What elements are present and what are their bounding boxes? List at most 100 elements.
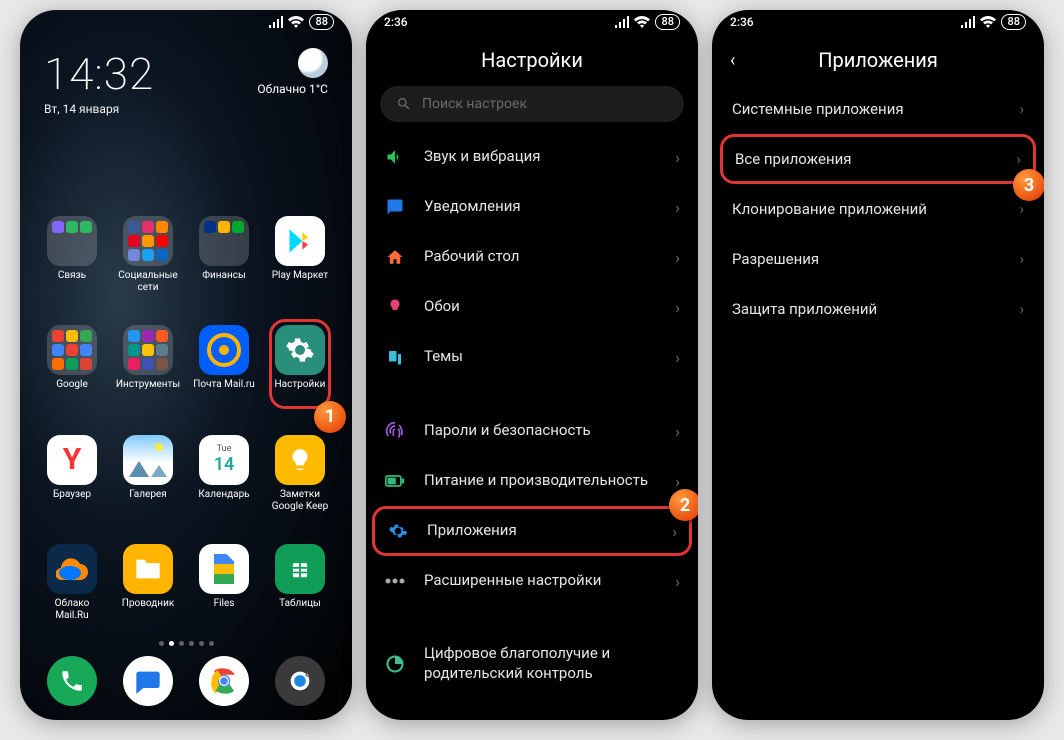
callout-1: 1	[314, 401, 346, 433]
row-apps[interactable]: Приложения › 2	[372, 506, 692, 556]
row-themes[interactable]: Темы ›	[366, 332, 698, 382]
row-advanced[interactable]: Расширенные настройки ›	[366, 556, 698, 606]
back-button[interactable]: ‹	[730, 50, 735, 71]
dock-phone[interactable]	[47, 656, 97, 706]
home-icon	[384, 246, 406, 268]
phone-icon	[59, 668, 85, 694]
dock-chrome[interactable]	[199, 656, 249, 706]
dots-icon	[384, 570, 406, 592]
row-permissions[interactable]: Разрешения ›	[712, 234, 1044, 284]
wifi-icon	[288, 16, 304, 28]
battery-indicator: 88	[1001, 14, 1026, 30]
app-gallery[interactable]: Галерея	[112, 435, 184, 528]
status-bar: 88	[20, 10, 352, 34]
search-placeholder: Поиск настроек	[422, 96, 527, 112]
chevron-right-icon: ›	[1019, 200, 1024, 218]
row-system-apps[interactable]: Системные приложения ›	[712, 84, 1044, 134]
row-all-apps[interactable]: Все приложения › 3	[720, 134, 1036, 184]
clock-date: Вт, 14 января	[44, 102, 154, 116]
status-time: 2:36	[730, 15, 754, 29]
chevron-right-icon: ›	[675, 148, 680, 167]
app-grid: Связь Социальные сети Финансы Play Марке…	[20, 216, 352, 637]
chevron-right-icon: ›	[1019, 300, 1024, 318]
weather-icon	[298, 48, 328, 78]
folder-icon	[134, 557, 162, 581]
chevron-right-icon: ›	[675, 198, 680, 217]
chevron-right-icon: ›	[672, 522, 677, 541]
wellbeing-icon	[384, 653, 406, 675]
folder-google[interactable]: Google	[36, 325, 108, 418]
battery-icon	[384, 470, 406, 492]
wifi-icon	[634, 16, 650, 28]
callout-3: 3	[1013, 169, 1044, 201]
app-files[interactable]: Files	[188, 544, 260, 637]
settings-list: Звук и вибрация › Уведомления › Рабочий …	[366, 132, 698, 720]
row-wallpaper[interactable]: Обои ›	[366, 282, 698, 332]
folder-social[interactable]: Социальные сети	[112, 216, 184, 309]
fingerprint-icon	[384, 420, 406, 442]
chevron-right-icon: ›	[1016, 150, 1021, 168]
app-cloud[interactable]: Облако Mail.Ru	[36, 544, 108, 637]
battery-indicator: 88	[309, 14, 334, 30]
dock	[20, 652, 352, 720]
folder-connectivity[interactable]: Связь	[36, 216, 108, 309]
row-passwords[interactable]: Пароли и безопасность ›	[366, 406, 698, 456]
app-sheets[interactable]: Таблицы	[264, 544, 336, 637]
status-time: 2:36	[384, 15, 408, 29]
apps-title: ‹ Приложения	[712, 34, 1044, 84]
status-bar: 2:36 88	[712, 10, 1044, 34]
phone-home-screen: 88 14:32 Вт, 14 января Облачно 1°C Связь…	[20, 10, 352, 720]
app-calendar[interactable]: Tue 14 Календарь	[188, 435, 260, 528]
row-desktop[interactable]: Рабочий стол ›	[366, 232, 698, 282]
chrome-icon	[209, 666, 239, 696]
app-play-market[interactable]: Play Маркет	[264, 216, 336, 309]
chevron-right-icon: ›	[1019, 250, 1024, 268]
row-sound[interactable]: Звук и вибрация ›	[366, 132, 698, 182]
phone-settings-screen: 2:36 88 Настройки Поиск настроек Звук и …	[366, 10, 698, 720]
notifications-icon	[384, 196, 406, 218]
app-keep[interactable]: Заметки Google Keep	[264, 435, 336, 528]
wallpaper-icon	[384, 296, 406, 318]
gear-icon	[285, 335, 315, 365]
signal-icon	[961, 16, 975, 28]
chevron-right-icon: ›	[675, 572, 680, 591]
search-icon	[396, 96, 412, 112]
wifi-icon	[980, 16, 996, 28]
signal-icon	[269, 16, 283, 28]
chevron-right-icon: ›	[675, 472, 680, 491]
chevron-right-icon: ›	[675, 298, 680, 317]
chevron-right-icon: ›	[1019, 100, 1024, 118]
weather-widget[interactable]: Облачно 1°C	[257, 48, 328, 116]
home-header: 14:32 Вт, 14 января Облачно 1°C	[20, 34, 352, 116]
apps-icon	[387, 520, 409, 542]
row-clone-apps[interactable]: Клонирование приложений ›	[712, 184, 1044, 234]
signal-icon	[615, 16, 629, 28]
camera-icon	[286, 667, 314, 695]
callout-2: 2	[669, 489, 698, 521]
row-protect-apps[interactable]: Защита приложений ›	[712, 284, 1044, 334]
dock-messages[interactable]	[123, 656, 173, 706]
app-browser[interactable]: Y Браузер	[36, 435, 108, 528]
chevron-right-icon: ›	[675, 248, 680, 267]
app-explorer[interactable]: Проводник	[112, 544, 184, 637]
row-notifications[interactable]: Уведомления ›	[366, 182, 698, 232]
app-mail[interactable]: Почта Mail.ru	[188, 325, 260, 418]
row-wellbeing[interactable]: Цифровое благополучие и родительский кон…	[366, 630, 698, 697]
folder-tools[interactable]: Инструменты	[112, 325, 184, 418]
lightbulb-icon	[287, 447, 313, 473]
app-settings[interactable]: Настройки 1	[264, 325, 336, 418]
page-indicator	[20, 637, 352, 652]
chevron-right-icon: ›	[675, 348, 680, 367]
dock-camera[interactable]	[275, 656, 325, 706]
settings-title: Настройки	[366, 34, 698, 84]
cloud-icon	[56, 558, 88, 580]
phone-apps-screen: 2:36 88 ‹ Приложения Системные приложени…	[712, 10, 1044, 720]
settings-search[interactable]: Поиск настроек	[380, 86, 684, 122]
folder-finance[interactable]: Финансы	[188, 216, 260, 309]
clock-time: 14:32	[44, 48, 154, 100]
messages-icon	[134, 667, 162, 695]
battery-indicator: 88	[655, 14, 680, 30]
chevron-right-icon: ›	[675, 422, 680, 441]
sound-icon	[384, 146, 406, 168]
row-power[interactable]: Питание и производительность ›	[366, 456, 698, 506]
